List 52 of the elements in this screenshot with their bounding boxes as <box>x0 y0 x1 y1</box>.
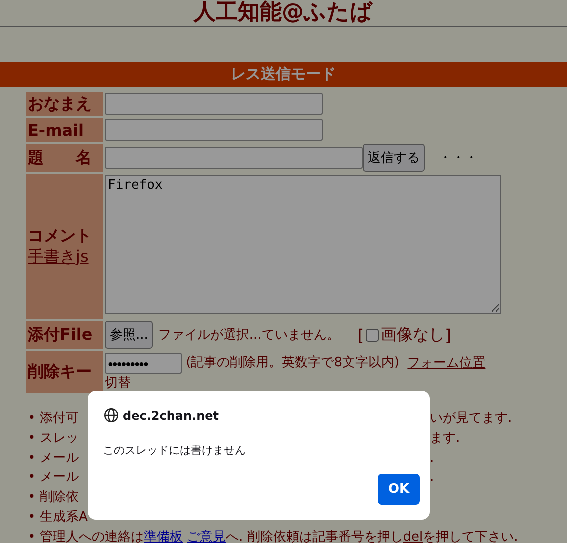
dialog-message: このスレッドには書けません <box>103 443 246 458</box>
ellipsis-text: ・・・ <box>439 150 478 167</box>
contact-text: へ. 削除依頼は記事番号を押し <box>226 528 404 543</box>
comment-label: コメント <box>28 226 93 246</box>
form-position-link[interactable]: フォーム位置 <box>408 356 486 370</box>
bullet-text: • <box>28 508 37 527</box>
contact-link[interactable]: ご意見 <box>187 528 226 543</box>
delete-key-label: 削除キー <box>26 351 103 393</box>
bullet-text: • <box>28 410 37 428</box>
bracket-text: ] <box>445 326 452 344</box>
email-field[interactable] <box>105 119 323 141</box>
note-text: ます. <box>430 430 460 448</box>
password-field[interactable]: ●●●●●●●●● <box>105 353 182 374</box>
comment-field[interactable]: Firefox <box>105 175 501 314</box>
delete-key-note: (記事の削除用。英数字で8文字以内) <box>186 356 400 370</box>
ok-button[interactable]: OK <box>378 474 420 505</box>
name-field[interactable] <box>105 93 323 115</box>
bullet-text: • <box>28 469 37 488</box>
contact-text: を押して下さい. <box>423 528 518 543</box>
bullet-text: • <box>28 450 37 468</box>
name-label: おなまえ <box>26 92 103 116</box>
contact-text: 管理人への連絡は <box>40 528 144 543</box>
reply-button[interactable]: 返信する <box>363 144 425 172</box>
file-status: ファイルが選択...ていません。 <box>158 327 340 344</box>
contact-link[interactable]: 準備板 <box>144 528 183 543</box>
handwriting-link[interactable]: 手書きjs <box>28 246 89 266</box>
dialog-origin: dec.2chan.net <box>123 408 220 422</box>
mode-banner: レス送信モード <box>0 62 567 87</box>
bullet-text: • <box>28 430 37 448</box>
note-text: 添付可 <box>40 411 79 426</box>
email-label: E-mail <box>26 118 103 142</box>
note-text: 削除依 <box>40 490 79 506</box>
toggle-text: 切替 <box>105 376 131 391</box>
subject-label: 題 名 <box>26 144 103 172</box>
del-link[interactable]: del <box>403 528 424 543</box>
browse-button[interactable]: 参照... <box>105 321 154 349</box>
bracket-text: [ <box>358 326 364 344</box>
note-text: メール <box>40 470 79 486</box>
no-image-label: 画像なし <box>381 324 446 346</box>
bullet-text: • <box>28 528 37 543</box>
note-text: 生成系A <box>40 510 88 525</box>
globe-icon <box>104 408 119 423</box>
no-image-checkbox[interactable] <box>366 328 380 342</box>
note-text: いが見てます. <box>430 410 512 428</box>
subject-field[interactable] <box>105 147 363 169</box>
file-label: 添付File <box>26 321 103 349</box>
note-text: メール <box>40 450 79 466</box>
bullet-text: • <box>28 489 37 508</box>
site-title: 人工知能@ふたば <box>192 0 374 25</box>
note-text: . <box>430 469 434 488</box>
note-text: スレッ <box>40 430 79 446</box>
note-text: . <box>430 450 434 468</box>
